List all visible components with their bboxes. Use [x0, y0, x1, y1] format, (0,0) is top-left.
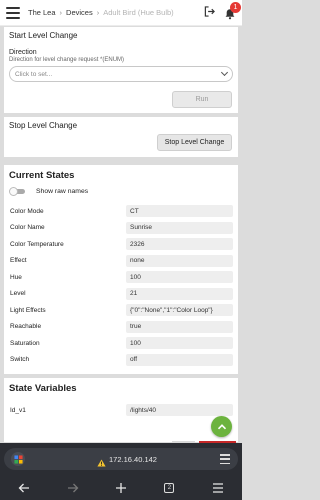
- start-level-change-title: Start Level Change: [9, 31, 78, 40]
- show-raw-names-toggle[interactable]: [9, 187, 26, 196]
- stop-level-change-card: Stop Level Change Stop Level Change: [4, 117, 238, 157]
- state-row: Color Temperature 2326: [9, 237, 233, 252]
- url-text: 172.16.40.142: [109, 454, 157, 464]
- state-row: Color Mode CT: [9, 204, 233, 219]
- breadcrumb-item-devices[interactable]: Devices: [66, 8, 93, 17]
- forward-arrow-icon[interactable]: [64, 479, 82, 497]
- state-key: Reachable: [10, 323, 42, 331]
- breadcrumb-separator-icon: ›: [59, 8, 63, 17]
- address-bar[interactable]: 172.16.40.142: [4, 448, 238, 470]
- state-key: Color Temperature: [10, 240, 64, 248]
- app-bar: The Lea › Devices › Adult Bird (Hue Bulb…: [0, 0, 242, 26]
- state-variable-key: Id_v1: [10, 406, 26, 414]
- state-value: off: [126, 353, 233, 366]
- state-row: Reachable true: [9, 320, 233, 335]
- state-row: Color Name Sunrise: [9, 221, 233, 236]
- state-value: Sunrise: [126, 221, 233, 234]
- notifications-bell-icon[interactable]: 1: [224, 1, 241, 19]
- state-row: Saturation 100: [9, 336, 233, 351]
- state-value: 100: [126, 337, 233, 350]
- state-row: Switch off: [9, 353, 233, 368]
- state-value: 21: [126, 287, 233, 300]
- run-button[interactable]: Run: [172, 91, 232, 108]
- back-arrow-icon[interactable]: [15, 479, 33, 497]
- state-value: 2326: [126, 238, 233, 251]
- browser-menu-icon[interactable]: [220, 454, 230, 464]
- state-key: Light Effects: [10, 306, 46, 314]
- state-key: Level: [10, 290, 26, 298]
- state-key: Color Mode: [10, 207, 44, 215]
- tab-count: 2: [164, 482, 175, 493]
- state-key: Effect: [10, 257, 27, 265]
- state-variables-title: State Variables: [9, 383, 77, 394]
- browser-nav-bar: 2: [0, 475, 242, 500]
- scroll-to-top-button[interactable]: [211, 416, 232, 437]
- direction-select[interactable]: Click to set...: [9, 66, 233, 82]
- state-variables-card: State Variables Id_v1 /lights/40: [4, 378, 238, 442]
- state-value: true: [126, 320, 233, 333]
- state-key: Hue: [10, 273, 22, 281]
- current-states-card: Current States Show raw names Color Mode…: [4, 165, 238, 374]
- state-value: none: [126, 254, 233, 267]
- state-key: Saturation: [10, 339, 40, 347]
- stop-level-change-button[interactable]: Stop Level Change: [157, 134, 232, 151]
- stop-level-change-title: Stop Level Change: [9, 121, 78, 130]
- state-row: Effect none: [9, 254, 233, 269]
- current-states-title: Current States: [9, 170, 75, 181]
- breadcrumb-separator-icon: ›: [96, 8, 100, 17]
- state-variable-row: Id_v1 /lights/40: [9, 403, 233, 418]
- state-key: Color Name: [10, 224, 45, 232]
- state-value: 100: [126, 271, 233, 284]
- state-value: {"0":"None","1":"Color Loop"}: [126, 304, 233, 317]
- direction-select-placeholder: Click to set...: [15, 70, 53, 78]
- not-secure-warning-icon[interactable]: [97, 454, 106, 472]
- state-variable-value: /lights/40: [126, 404, 233, 417]
- browser-app-icon[interactable]: [11, 452, 25, 466]
- chevron-down-icon: [220, 68, 229, 77]
- chevron-up-icon: [217, 423, 226, 429]
- state-key: Switch: [10, 356, 30, 364]
- show-raw-names-label: Show raw names: [36, 188, 89, 195]
- hamburger-menu-icon[interactable]: [6, 6, 20, 19]
- direction-label: Direction: [9, 49, 37, 56]
- direction-help-text: Direction for level change request *(ENU…: [9, 57, 125, 63]
- new-tab-plus-icon[interactable]: [112, 479, 130, 497]
- start-level-change-card: Start Level Change Direction Direction f…: [4, 27, 238, 113]
- breadcrumb-item-home[interactable]: The Lea: [28, 8, 56, 17]
- logout-icon[interactable]: [204, 4, 215, 22]
- state-row: Hue 100: [9, 270, 233, 285]
- breadcrumb-item-current: Adult Bird (Hue Bulb): [103, 8, 174, 17]
- notification-count-badge: 1: [230, 1, 241, 13]
- hamburger-menu-icon[interactable]: [209, 479, 227, 497]
- tab-switcher-icon[interactable]: 2: [160, 479, 178, 497]
- state-value: CT: [126, 205, 233, 218]
- state-row: Light Effects {"0":"None","1":"Color Loo…: [9, 303, 233, 318]
- state-row: Level 21: [9, 287, 233, 302]
